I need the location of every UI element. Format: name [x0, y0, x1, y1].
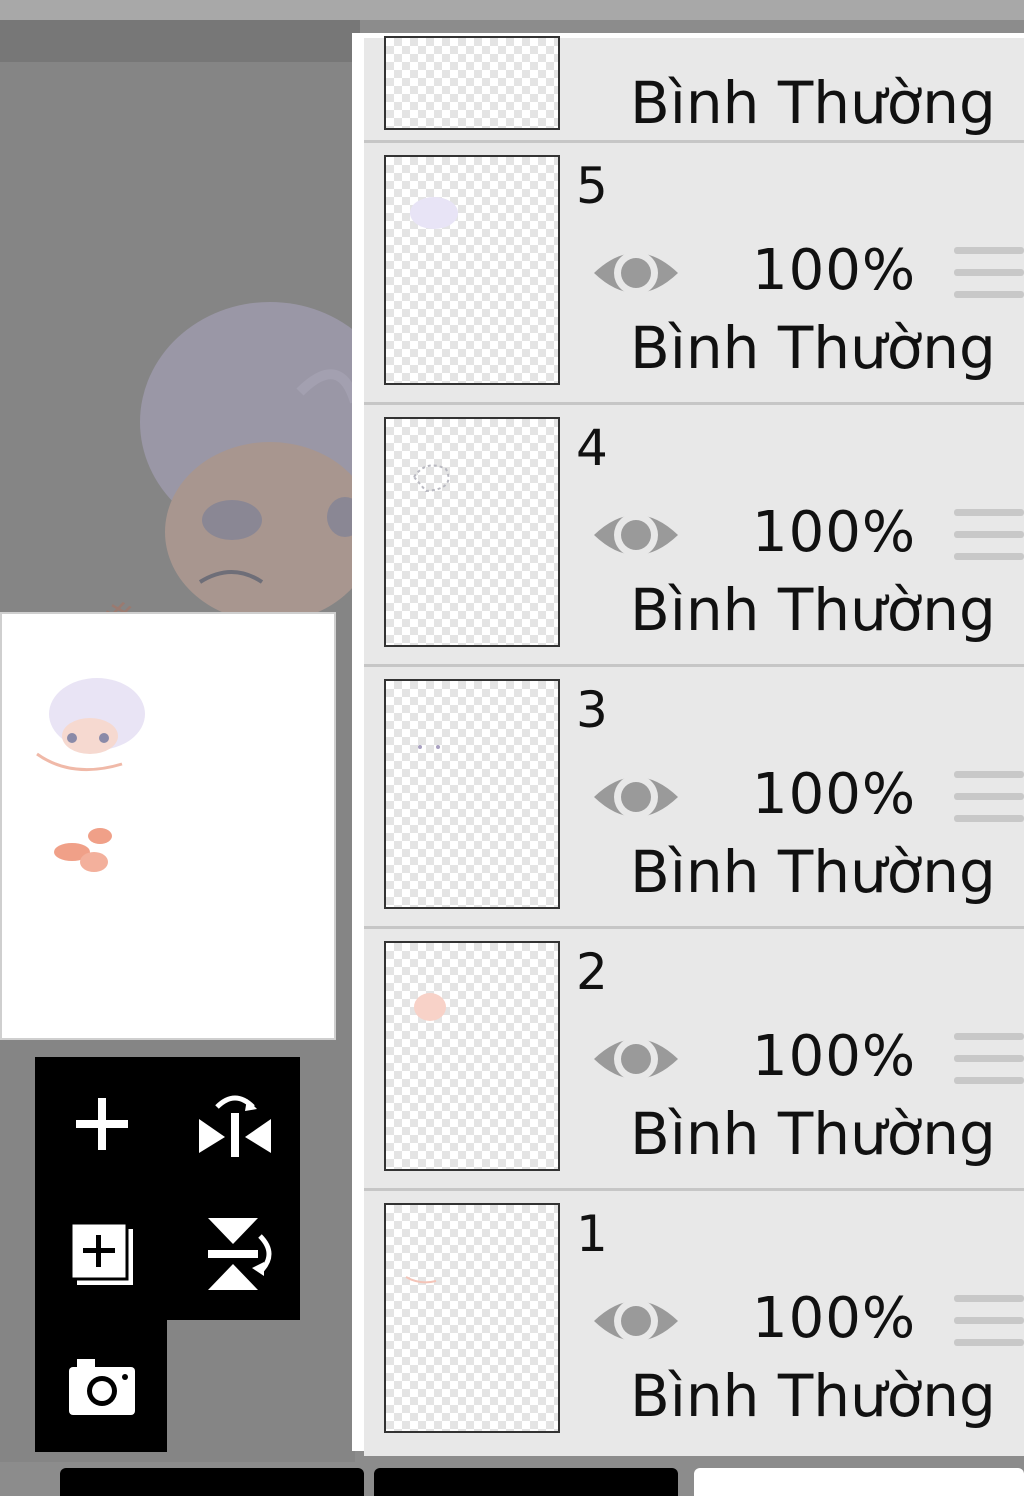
eye-icon[interactable] [590, 503, 682, 567]
layer-number: 2 [576, 943, 608, 1001]
flip-horizontal-icon [199, 1095, 271, 1157]
layer-toolbox [35, 1057, 300, 1452]
camera-button[interactable] [47, 1332, 157, 1442]
eye-icon[interactable] [590, 1289, 682, 1353]
layer-row-4[interactable]: 4 100% Bình Thường [364, 405, 1024, 667]
preview-art [36, 678, 145, 872]
layer-number: 5 [576, 157, 608, 215]
layer-blend-mode[interactable]: Bình Thường [630, 319, 996, 377]
layer-opacity[interactable]: 100% [752, 505, 916, 561]
bottom-button-right[interactable] [694, 1468, 1024, 1496]
drag-handle-icon[interactable] [954, 247, 1024, 303]
layer-row-2[interactable]: 2 100% Bình Thường [364, 929, 1024, 1191]
eye-icon[interactable] [590, 241, 682, 305]
layer-number: 4 [576, 419, 608, 477]
add-layer-button[interactable] [47, 1069, 157, 1179]
layer-thumbnail [384, 679, 560, 909]
drag-handle-icon[interactable] [954, 509, 1024, 565]
flip-horizontal-button[interactable] [180, 1069, 290, 1179]
drag-handle-icon[interactable] [954, 771, 1024, 827]
layer-number: 3 [576, 681, 608, 739]
canvas-top-band [0, 20, 360, 62]
layer-thumbnail [384, 941, 560, 1171]
bottom-button-middle[interactable] [374, 1468, 678, 1496]
layer-blend-mode[interactable]: Bình Thường [630, 1367, 996, 1425]
layer-row-5[interactable]: 5 100% Bình Thường [364, 143, 1024, 405]
layer-thumbnail [384, 36, 560, 130]
layer-thumbnail [384, 417, 560, 647]
add-copy-layer-icon [69, 1221, 133, 1285]
drag-handle-icon[interactable] [954, 1295, 1024, 1351]
flip-vertical-button[interactable] [180, 1199, 290, 1309]
camera-icon [69, 1359, 135, 1415]
drag-handle-icon[interactable] [954, 1033, 1024, 1089]
layer-blend-mode[interactable]: Bình Thường [630, 1105, 996, 1163]
layer-row-1[interactable]: 1 100% Bình Thường [364, 1191, 1024, 1456]
add-layer-icon [76, 1098, 128, 1150]
eye-icon[interactable] [590, 1027, 682, 1091]
layer-blend-mode[interactable]: Bình Thường [630, 581, 996, 639]
layer-row-3[interactable]: 3 100% Bình Thường [364, 667, 1024, 929]
layer-opacity[interactable]: 100% [752, 243, 916, 299]
layer-thumbnail [384, 155, 560, 385]
layer-row-partial[interactable]: Bình Thường [364, 36, 1024, 143]
layer-opacity[interactable]: 100% [752, 1291, 916, 1347]
eye-icon[interactable] [590, 765, 682, 829]
layer-opacity[interactable]: 100% [752, 1029, 916, 1085]
flip-vertical-icon [208, 1218, 272, 1290]
layer-blend-mode[interactable]: Bình Thường [630, 74, 996, 132]
layer-number: 1 [576, 1205, 608, 1263]
add-copy-layer-button[interactable] [47, 1199, 157, 1309]
navigator-preview[interactable] [0, 612, 336, 1040]
top-strip [0, 0, 1024, 20]
bottom-button-left[interactable] [60, 1468, 364, 1496]
layer-thumbnail [384, 1203, 560, 1433]
layers-panel: Bình Thường 5 100% Bình Thường 4 100% Bì… [352, 33, 1024, 1456]
layer-blend-mode[interactable]: Bình Thường [630, 843, 996, 901]
layer-opacity[interactable]: 100% [752, 767, 916, 823]
